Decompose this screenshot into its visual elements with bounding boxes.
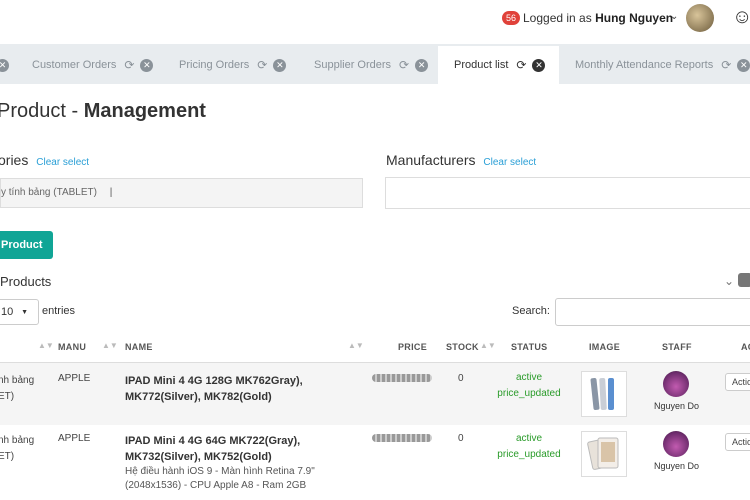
page-title-prefix: Product - [0,100,84,122]
close-icon[interactable]: ✕ [737,58,750,72]
logged-in-text: Logged in as Hung Nguyen [523,11,673,25]
smiley-icon[interactable]: ☺ [732,6,750,29]
top-bar: 56 Logged in as Hung Nguyen ⌄ ☺ [0,0,750,44]
page-title: Product - Management [0,100,206,123]
manufacturers-select[interactable] [385,177,750,209]
tab-product-list[interactable]: Product list ⟳ ✕ [438,46,559,84]
refresh-icon[interactable]: ⟳ [124,58,134,72]
product-description: Hệ điều hành iOS 9 - Màn hình Retina 7.9… [125,466,315,491]
caret-down-icon: ▼ [21,309,28,316]
staff-name: Nguyen Do [654,461,700,471]
entries-length-select[interactable]: 10 ▼ [0,299,39,325]
column-header-name[interactable]: NAME [125,342,153,352]
category-line: ET) [0,451,15,462]
tab-monthly-attendance-reports[interactable]: Monthly Attendance Reports ⟳ ✕ [561,46,750,84]
category-line: nh bảng [0,435,35,446]
sort-icon[interactable]: ▲▼ [102,341,118,350]
product-image[interactable] [581,371,627,417]
product-name-block: IPAD Mini 4 4G 64G MK722(Gray), MK732(Si… [125,433,355,493]
manu-cell: APPLE [58,433,91,444]
status-badge: active [515,433,543,444]
manu-cell: APPLE [58,373,91,384]
table-row: nh bảng ET) APPLE IPAD Mini 4 4G 64G MK7… [0,425,750,500]
column-header-manu[interactable]: MANU [58,342,86,352]
user-avatar[interactable] [686,4,714,32]
refresh-icon[interactable]: ⟳ [257,58,267,72]
category-line: nh bảng [0,375,35,386]
close-icon[interactable]: ✕ [415,58,429,72]
close-icon[interactable]: ✕ [532,58,546,72]
tab-label: Customer Orders [32,59,117,71]
text-cursor: | [109,187,113,198]
category-cell: nh bảng ET) [0,433,34,465]
action-button[interactable]: Actio [725,433,750,451]
notification-badge[interactable]: 56 [502,11,521,25]
price-redacted [372,434,432,442]
manufacturers-clear-link[interactable]: Clear select [483,157,536,168]
sort-icon[interactable]: ▲▼ [348,341,364,350]
column-header-staff: STAFF [662,342,692,352]
status-badge: price_updated [497,449,561,460]
categories-label-text: ories [0,152,29,168]
sort-icon[interactable]: ▲▼ [480,341,496,350]
staff-avatar [663,431,689,457]
column-header-stock[interactable]: STOCK [446,342,479,352]
entries-label: entries [42,305,76,317]
categories-select[interactable]: y tính bảng (TABLET) | [0,178,363,208]
products-section-title: Products [0,274,52,289]
manufacturers-label: Manufacturers Clear select [386,152,536,168]
action-button[interactable]: Actio [725,373,750,391]
table-row: nh bảng ET) APPLE IPAD Mini 4 4G 128G MK… [0,363,750,425]
tab-label: Monthly Attendance Reports [575,59,714,71]
search-input[interactable] [555,298,750,326]
search-label: Search: [512,305,550,317]
tab-pricing-orders[interactable]: Pricing Orders ⟳ ✕ [165,46,297,84]
refresh-icon[interactable]: ⟳ [399,58,409,72]
column-header-status[interactable]: STATUS [511,342,547,352]
staff-avatar [663,371,689,397]
price-redacted [372,374,432,382]
column-header-action: AC [741,342,750,352]
status-badge: active [515,372,543,383]
staff-name: Nguyen Do [654,401,700,411]
refresh-icon[interactable]: ⟳ [516,58,526,72]
tab-customer-orders[interactable]: Customer Orders ⟳ ✕ [18,46,163,84]
categories-label: ories Clear select [0,152,89,168]
page-title-bold: Management [83,100,206,122]
product-name[interactable]: IPAD Mini 4 4G 128G MK762Gray), MK772(Si… [125,373,355,405]
category-cell: nh bảng ET) [0,373,34,405]
entries-length-value: 10 [1,306,14,318]
tab-label: Pricing Orders [179,59,250,71]
category-tag: y tính bảng (TABLET) [1,187,97,198]
chevron-down-icon[interactable]: ⌄ [724,274,734,288]
user-name[interactable]: Hung Nguyen [595,11,673,25]
close-icon[interactable]: ✕ [140,58,154,72]
product-name[interactable]: IPAD Mini 4 4G 64G MK722(Gray), MK732(Si… [125,433,355,465]
column-header-price[interactable]: PRICE [398,342,427,352]
tab-label: Product list [454,59,509,71]
stock-cell: 0 [458,433,464,444]
product-image[interactable] [581,431,627,477]
stock-cell: 0 [458,373,464,384]
tab-previous-partial[interactable]: ✕ [0,46,12,84]
status-cell: active price_updated [497,370,561,402]
logged-in-prefix: Logged in as [523,11,592,25]
close-icon[interactable]: ✕ [0,58,9,72]
tab-supplier-orders[interactable]: Supplier Orders ⟳ ✕ [300,46,436,84]
manufacturers-label-text: Manufacturers [386,152,476,168]
add-product-button[interactable]: Product [0,231,53,259]
categories-clear-link[interactable]: Clear select [36,157,89,168]
status-cell: active price_updated [497,431,561,463]
column-header-image: IMAGE [589,342,621,352]
gear-icon[interactable] [738,273,750,287]
close-icon[interactable]: ✕ [273,58,287,72]
sort-icon[interactable]: ▲▼ [38,341,54,350]
refresh-icon[interactable]: ⟳ [721,58,731,72]
status-badge: price_updated [497,388,561,399]
category-line: ET) [0,391,15,402]
tab-label: Supplier Orders [314,59,392,71]
chevron-down-icon[interactable]: ⌄ [670,11,678,22]
tab-bar: ✕ Customer Orders ⟳ ✕ Pricing Orders ⟳ ✕… [0,44,750,84]
